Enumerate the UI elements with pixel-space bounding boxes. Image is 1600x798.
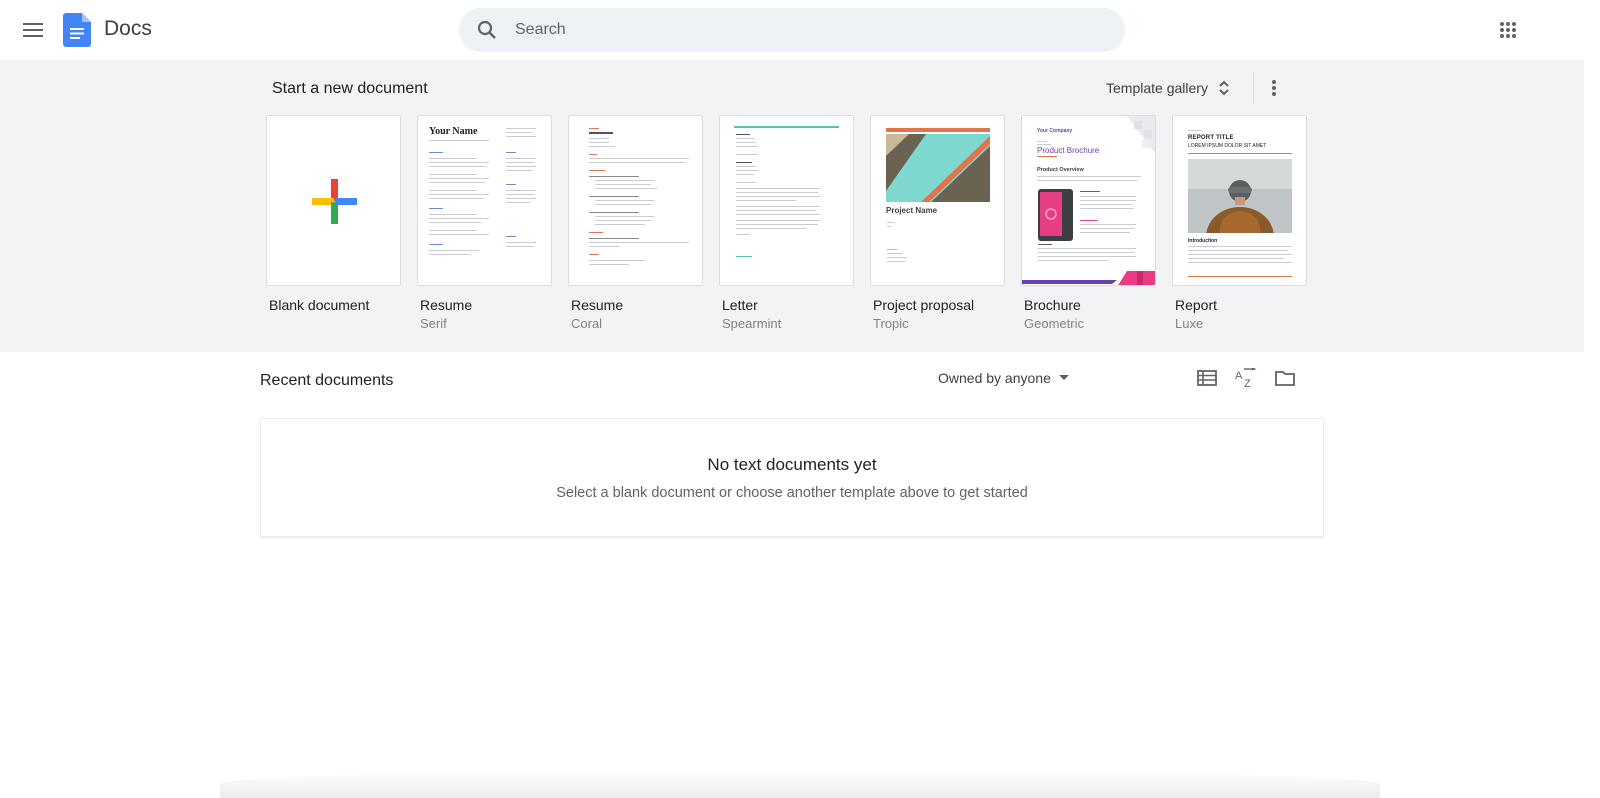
svg-text:A: A <box>1235 370 1243 382</box>
thumb-intro: Introduction <box>1188 238 1218 244</box>
template-section-title: Start a new document <box>272 80 428 97</box>
sort-az-icon: A Z <box>1235 368 1257 388</box>
list-view-icon <box>1197 370 1217 386</box>
template-resume-serif[interactable]: Your Name Resume Serif <box>417 115 552 331</box>
main-menu-button[interactable] <box>18 16 48 44</box>
thumb-company: Your Company <box>1037 128 1073 134</box>
app-header: Docs <box>0 0 1600 60</box>
search-input[interactable] <box>515 21 1075 39</box>
template-thumbnail[interactable]: Project Name <box>870 115 1005 286</box>
template-name: Blank document <box>269 297 370 313</box>
more-options-button[interactable] <box>1262 72 1286 104</box>
sort-arrows-icon <box>1219 80 1229 96</box>
template-thumbnail[interactable] <box>568 115 703 286</box>
docs-logo-icon[interactable] <box>63 13 91 47</box>
brochure-art <box>1022 116 1155 285</box>
search-bar[interactable] <box>459 8 1125 52</box>
thumb-title: REPORT TITLE <box>1188 135 1234 141</box>
svg-text:Z: Z <box>1244 378 1251 388</box>
tropic-art <box>886 128 990 262</box>
thumb-subtitle: LOREM IPSUM DOLOR SIT AMET <box>1188 143 1267 149</box>
empty-state-subtitle: Select a blank document or choose anothe… <box>556 485 1028 501</box>
template-subtitle: Luxe <box>1175 316 1204 331</box>
template-subtitle: Geometric <box>1024 316 1084 331</box>
template-section: Start a new document Template gallery Bl… <box>0 60 1584 352</box>
empty-state-card: No text documents yet Select a blank doc… <box>260 418 1324 537</box>
template-name: Brochure <box>1024 297 1081 313</box>
template-name: Project proposal <box>873 297 975 313</box>
template-resume-coral[interactable]: Resume Coral <box>568 115 703 331</box>
template-thumbnail[interactable]: Your Company Product Brochure Product Ov… <box>1021 115 1156 286</box>
template-name: Resume <box>420 297 473 313</box>
thumb-overview: Product Overview <box>1037 167 1084 173</box>
template-report-luxe[interactable]: REPORT TITLE LOREM IPSUM DOLOR SIT AMET … <box>1172 115 1307 331</box>
template-brochure-geometric[interactable]: Your Company Product Brochure Product Ov… <box>1021 115 1156 331</box>
thumb-heading: Product Brochure <box>1037 146 1100 155</box>
template-thumbnail[interactable] <box>266 115 401 286</box>
empty-state-title: No text documents yet <box>707 455 877 474</box>
template-subtitle: Tropic <box>873 316 909 331</box>
template-subtitle: Spearmint <box>722 316 782 331</box>
template-gallery-label: Template gallery <box>1106 80 1208 96</box>
report-photo <box>1188 159 1292 233</box>
template-thumbnail[interactable]: REPORT TITLE LOREM IPSUM DOLOR SIT AMET … <box>1172 115 1307 286</box>
template-letter-spearmint[interactable]: Letter Spearmint <box>719 115 854 331</box>
template-name: Resume <box>571 297 624 313</box>
template-project-proposal-tropic[interactable]: Project Name Project proposal Tropic <box>870 115 1005 331</box>
divider <box>1253 72 1254 104</box>
template-thumbnail[interactable] <box>719 115 854 286</box>
sort-button[interactable]: A Z <box>1231 364 1261 392</box>
template-subtitle: Coral <box>571 316 603 331</box>
bottom-shadow <box>220 770 1380 798</box>
template-blank-document[interactable]: Blank document <box>266 115 401 313</box>
template-name: Letter <box>722 297 758 313</box>
template-thumbnail[interactable]: Your Name <box>417 115 552 286</box>
app-title[interactable]: Docs <box>104 17 152 41</box>
dropdown-arrow-icon <box>1058 375 1069 380</box>
google-apps-button[interactable] <box>1494 16 1522 44</box>
list-view-button[interactable] <box>1192 364 1222 392</box>
plus-icon <box>312 179 357 224</box>
apps-grid-icon <box>1500 22 1516 38</box>
template-subtitle: Serif <box>420 316 447 331</box>
template-gallery-button[interactable]: Template gallery <box>1100 72 1236 104</box>
owner-filter-dropdown[interactable]: Owned by anyone <box>938 366 1069 390</box>
recent-documents-title: Recent documents <box>260 372 394 389</box>
search-icon[interactable] <box>459 8 515 52</box>
menu-icon <box>23 23 43 37</box>
folder-icon <box>1275 371 1295 386</box>
more-vert-icon <box>1272 80 1276 96</box>
owner-filter-label: Owned by anyone <box>938 370 1051 386</box>
template-name: Report <box>1175 297 1218 313</box>
open-file-picker-button[interactable] <box>1270 364 1300 392</box>
thumb-heading: Project Name <box>886 206 938 215</box>
thumb-heading: Your Name <box>429 126 478 137</box>
